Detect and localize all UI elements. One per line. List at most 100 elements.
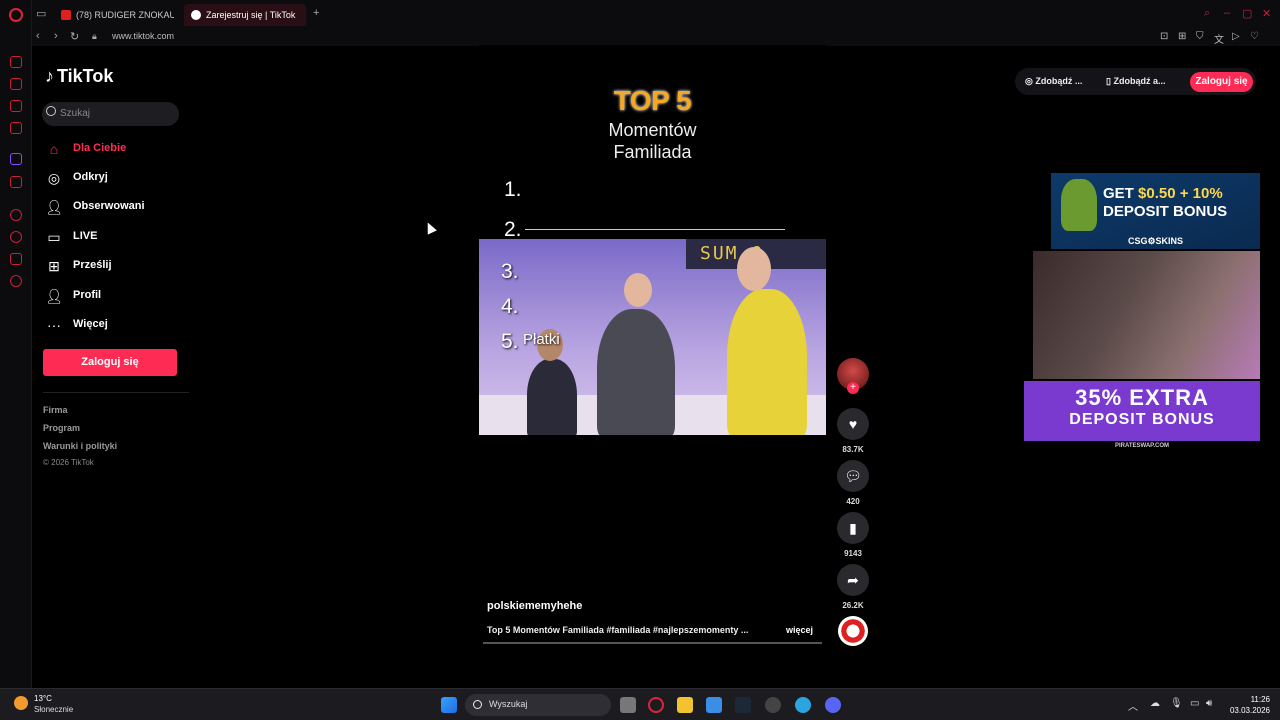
footer-link-terms[interactable]: Warunki i polityki [43, 441, 117, 451]
answer-5: Płatki [523, 331, 560, 348]
taskbar-search[interactable]: Wyszukaj [465, 694, 611, 716]
sidebar-app-icon[interactable] [10, 253, 22, 265]
mouse-cursor [423, 220, 437, 235]
forward-icon[interactable]: › [54, 30, 58, 42]
sidebar-item-live[interactable]: ▭ LIVE [45, 227, 195, 247]
top-login-button[interactable]: Zaloguj się [1190, 72, 1253, 92]
share-button[interactable]: ➦ [837, 564, 869, 596]
footer-link-company[interactable]: Firma [43, 405, 68, 415]
windows-start-icon[interactable] [441, 697, 457, 713]
search-tabs-icon[interactable]: ⌕ [1204, 7, 1210, 20]
browser-window: ▭ (78) RUDIGER ZNOKAUTO Zarejestruj się … [0, 0, 1280, 688]
video-player[interactable]: TOP 5 Momentów Familiada 1. 2. SUM 0 3. … [479, 45, 826, 645]
settings-icon[interactable] [10, 275, 22, 287]
volume-icon[interactable]: 🔊︎ [1206, 698, 1212, 709]
workspaces-icon[interactable]: ▭ [36, 7, 46, 20]
more-button[interactable]: więcej [786, 625, 813, 635]
maximize-icon[interactable]: ▢ [1242, 7, 1252, 20]
get-coins-label: Zdobądź ... [1035, 76, 1083, 86]
sidebar-app-icon[interactable] [10, 122, 22, 134]
sidebar-item-following[interactable]: 👤︎ Obserwowani [45, 197, 195, 217]
microphone-icon[interactable]: 🎙︎ [1170, 698, 1183, 709]
share-icon: ➦ [847, 572, 859, 588]
shield-icon[interactable]: ⛉ [1196, 31, 1204, 42]
ad2-line1: 35% EXTRA [1075, 385, 1209, 410]
taskbar-clock[interactable]: 11:26 03.03.2026 [1222, 694, 1270, 716]
get-coins-button[interactable]: ◎ Zdobądź ... [1025, 70, 1082, 92]
ad-mascot [1061, 179, 1097, 231]
tray-chevron-icon[interactable]: ︿ [1128, 698, 1138, 713]
csgoskins-ad: GET $0.50 + 10% DEPOSIT BONUS CSG⚙SKINS [1051, 173, 1260, 249]
sidebar-app-icon[interactable] [10, 176, 22, 188]
back-icon[interactable]: ‹ [36, 30, 40, 42]
network-icon[interactable]: ▭ [1190, 698, 1199, 709]
footer-link-program[interactable]: Program [43, 423, 80, 433]
edge-icon[interactable] [795, 697, 811, 713]
search-input[interactable]: Szukaj [42, 102, 179, 126]
tab-label: (78) RUDIGER ZNOKAUTO [76, 10, 174, 20]
ad1-line1a: GET [1103, 185, 1139, 202]
sidebar-item-label: LIVE [73, 230, 98, 242]
video-author[interactable]: polskiememyhehe [487, 600, 582, 612]
like-button[interactable]: ♥ [837, 408, 869, 440]
share-count: 26.2K [842, 601, 864, 610]
follow-plus-icon[interactable]: + [847, 382, 859, 394]
reload-icon[interactable]: ↻ [70, 30, 79, 43]
get-app-button[interactable]: ▯ Zdobądź a... [1106, 70, 1165, 92]
home-icon: ⌂ [49, 141, 59, 157]
sidebar-item-more[interactable]: ··· Więcej [45, 315, 195, 335]
save-button[interactable]: ▮ [837, 512, 869, 544]
new-tab-icon[interactable]: + [313, 7, 319, 19]
steam-icon[interactable] [735, 697, 751, 713]
sidebar-app-icon[interactable] [10, 209, 22, 221]
snapshot-icon[interactable]: ⊞ [1178, 31, 1186, 42]
sidebar-login-button[interactable]: Zaloguj się [43, 349, 177, 376]
ad2-line2: DEPOSIT BONUS [1069, 411, 1215, 428]
weather-icon[interactable] [14, 696, 28, 710]
weather-condition: Słonecznie [34, 705, 74, 714]
video-progress-bar[interactable] [483, 642, 822, 644]
minimize-icon[interactable]: – [1224, 7, 1230, 19]
clock-date: 03.03.2026 [1229, 706, 1270, 715]
tiktok-logo[interactable]: ♪ TikTok [45, 66, 113, 87]
tab-tiktok[interactable]: Zarejestruj się | TikTok [184, 4, 306, 26]
logo-text: TikTok [57, 66, 114, 86]
sidebar-divider [43, 392, 189, 393]
ad1-brand: CSG⚙SKINS [1127, 236, 1184, 246]
file-explorer-icon[interactable] [677, 697, 693, 713]
tray-app-icon[interactable]: ☁ [1150, 698, 1160, 709]
sidebar-item-explore[interactable]: ◎ Odkryj [45, 168, 195, 188]
sidebar-item-for-you[interactable]: ⌂ Dla Ciebie [45, 139, 195, 159]
close-icon[interactable]: ✕ [1262, 7, 1271, 20]
music-disc-icon[interactable] [838, 616, 868, 646]
history-icon[interactable] [10, 231, 22, 243]
tab-youtube[interactable]: (78) RUDIGER ZNOKAUTO [54, 4, 174, 26]
creator-avatar[interactable]: + [837, 358, 869, 394]
sidebar-app-icon[interactable] [10, 78, 22, 90]
opera-logo-icon[interactable] [9, 8, 23, 22]
sidebar-app-icon[interactable] [10, 100, 22, 112]
compass-icon: ◎ [47, 170, 61, 186]
app-icon[interactable] [765, 697, 781, 713]
play-icon[interactable]: ▷ [1232, 31, 1240, 42]
heart-icon[interactable]: ♡ [1250, 31, 1259, 42]
twitch-icon[interactable] [10, 153, 22, 165]
coin-icon: ◎ [1025, 76, 1036, 86]
bookmark-icon: ▮ [849, 520, 857, 536]
sidebar-app-icon[interactable] [10, 56, 22, 68]
translate-icon[interactable]: 文 [1214, 31, 1224, 46]
ad1-text: GET $0.50 + 10% DEPOSIT BONUS [1103, 185, 1227, 221]
clock-time: 11:26 [1250, 695, 1270, 704]
copyright: © 2026 TikTok [43, 458, 94, 467]
store-icon[interactable] [706, 697, 722, 713]
url-field[interactable]: www.tiktok.com [112, 31, 174, 41]
search-icon [473, 700, 482, 709]
sidebar-item-profile[interactable]: 👤︎ Profil [45, 286, 195, 306]
contestant-man [727, 289, 807, 435]
task-view-icon[interactable] [620, 697, 636, 713]
comment-button[interactable]: 💬︎ [837, 460, 869, 492]
pin-icon[interactable]: ⊡ [1160, 31, 1168, 42]
opera-icon[interactable] [648, 697, 664, 713]
discord-icon[interactable] [825, 697, 841, 713]
sidebar-item-upload[interactable]: ⊞ Prześlij [45, 256, 195, 276]
